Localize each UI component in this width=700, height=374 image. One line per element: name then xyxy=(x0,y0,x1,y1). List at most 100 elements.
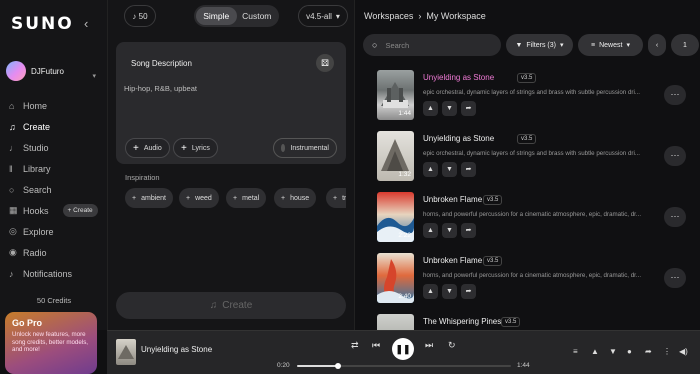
thumbs-down-icon[interactable]: ▼ xyxy=(442,223,457,238)
previous-track-icon[interactable]: ⏮ xyxy=(372,340,380,351)
sidebar-item-search[interactable]: ○ Search xyxy=(9,179,105,200)
thumbs-up-icon[interactable]: ▲ xyxy=(591,347,599,356)
sidebar-item-explore[interactable]: ◎ Explore xyxy=(9,221,105,242)
inspiration-chip[interactable]: + ambient xyxy=(125,188,173,208)
thumbs-down-icon[interactable]: ▼ xyxy=(609,347,617,356)
share-icon[interactable]: ➦ xyxy=(461,162,476,177)
progress-bar[interactable] xyxy=(297,363,511,369)
song-row[interactable]: 2:40 Unbroken Flame v3.5 horns, and powe… xyxy=(377,253,693,305)
go-pro-text: Unlock new features, more song credits, … xyxy=(12,331,89,353)
add-lyrics-label: Lyrics xyxy=(191,144,210,152)
more-options-icon[interactable]: ⋯ xyxy=(664,207,686,227)
collapse-sidebar-icon[interactable]: ‹ xyxy=(84,16,88,31)
more-options-icon[interactable]: ⋯ xyxy=(664,85,686,105)
toggle-icon xyxy=(281,144,286,152)
more-options-icon[interactable]: ⋮ xyxy=(663,347,671,356)
shuffle-icon[interactable]: ⇄ xyxy=(351,340,359,351)
thumbs-down-icon[interactable]: ▼ xyxy=(442,284,457,299)
more-options-icon[interactable]: ⋯ xyxy=(664,146,686,166)
share-icon[interactable]: ➦ xyxy=(461,284,476,299)
page-number[interactable]: 1 xyxy=(671,34,699,56)
dice-icon[interactable]: ⚄ xyxy=(316,54,334,72)
share-icon[interactable]: ➦ xyxy=(645,347,652,356)
player-cover[interactable] xyxy=(116,339,136,365)
user-menu[interactable]: DJFuturo ▾ xyxy=(6,58,102,84)
filters-label: Filters (3) xyxy=(526,41,556,49)
thumbs-up-icon[interactable]: ▲ xyxy=(423,223,438,238)
suno-logo[interactable]: SUNO xyxy=(11,14,74,34)
filters-button[interactable]: ▼ Filters (3) ▾ xyxy=(506,34,573,56)
plus-icon: + xyxy=(281,194,286,202)
song-cover[interactable]: 2:40 xyxy=(377,253,414,303)
sidebar-item-home[interactable]: ⌂ Home xyxy=(9,95,105,116)
breadcrumb-workspaces[interactable]: Workspaces xyxy=(364,11,413,21)
queue-icon[interactable]: ≡ xyxy=(573,347,578,356)
thumbs-up-icon[interactable]: ▲ xyxy=(423,162,438,177)
filter-icon: ▼ xyxy=(515,41,523,49)
mode-custom-button[interactable]: Custom xyxy=(237,7,278,25)
pause-button[interactable]: ❚❚ xyxy=(392,338,414,360)
sidebar-item-create[interactable]: ♫ Create xyxy=(9,116,105,137)
search-icon: ○ xyxy=(372,40,378,50)
sidebar-item-notifications[interactable]: ♪ Notifications xyxy=(9,263,105,284)
inspiration-chip[interactable]: + weed xyxy=(179,188,219,208)
song-title[interactable]: Unbroken Flame xyxy=(423,256,482,265)
volume-icon[interactable]: ◀) xyxy=(679,347,688,356)
model-version-select[interactable]: v4.5-all ▾ xyxy=(298,5,348,27)
next-track-icon[interactable]: ⏭ xyxy=(425,340,433,351)
song-cover[interactable]: 2:22 xyxy=(377,192,414,242)
song-row[interactable]: 1:32 Unyielding as Stone v3.5 epic orche… xyxy=(377,131,693,183)
inspiration-chip[interactable]: + metal xyxy=(226,188,267,208)
sidebar-item-studio[interactable]: ♩ Studio xyxy=(9,137,105,158)
prev-page-button[interactable]: ‹ xyxy=(648,34,666,56)
song-actions: ▲ ▼ ➦ xyxy=(423,223,476,238)
version-badge: v3.5 xyxy=(501,317,521,327)
song-cover[interactable]: 1:32 xyxy=(377,131,414,181)
song-description-input[interactable]: Hip-hop, R&B, upbeat xyxy=(124,84,197,93)
song-title[interactable]: The Whispering Pines xyxy=(423,317,501,326)
thumbs-up-icon[interactable]: ▲ xyxy=(423,101,438,116)
song-cover[interactable]: 1:44 xyxy=(377,70,414,120)
plus-icon: + xyxy=(333,194,338,202)
song-title[interactable]: Unyielding as Stone xyxy=(423,73,494,82)
inspiration-chip[interactable]: + trap xyxy=(326,188,346,208)
thumbs-up-icon[interactable]: ▲ xyxy=(423,284,438,299)
comment-icon[interactable]: ● xyxy=(627,347,632,356)
sidebar-item-library[interactable]: ‖ Library xyxy=(9,158,105,179)
thumbs-down-icon[interactable]: ▼ xyxy=(442,162,457,177)
page-number-label: 1 xyxy=(683,41,687,49)
add-audio-button[interactable]: + Audio xyxy=(125,138,170,158)
hooks-create-button[interactable]: + Create xyxy=(62,204,98,217)
create-panel: ♪ 50 Simple Custom v4.5-all ▾ Song Descri… xyxy=(108,0,355,330)
song-row[interactable]: The Whispering Pines v3.5 xyxy=(377,314,693,330)
music-note-icon: ♪ xyxy=(132,11,137,21)
credits-pill[interactable]: ♪ 50 xyxy=(124,5,156,27)
search-input[interactable]: ○ Search xyxy=(363,34,501,56)
instrumental-toggle[interactable]: Instrumental xyxy=(273,138,337,158)
song-title[interactable]: Unyielding as Stone xyxy=(423,134,494,143)
go-pro-card[interactable]: Go Pro Unlock new features, more song cr… xyxy=(5,312,97,374)
share-icon[interactable]: ➦ xyxy=(461,101,476,116)
create-button[interactable]: ♫ Create xyxy=(116,292,346,319)
instrumental-label: Instrumental xyxy=(290,144,329,152)
version-badge: v3.5 xyxy=(483,256,503,266)
song-title[interactable]: Unbroken Flame xyxy=(423,195,482,204)
add-lyrics-button[interactable]: + Lyrics xyxy=(173,138,218,158)
sidebar-item-hooks[interactable]: ▦ Hooks + Create xyxy=(9,200,105,221)
more-options-icon[interactable]: ⋯ xyxy=(664,268,686,288)
chevron-down-icon: ▾ xyxy=(559,42,564,49)
inspiration-chip-label: house xyxy=(290,194,310,202)
song-description: epic orchestral, dynamic layers of strin… xyxy=(423,89,641,96)
inspiration-chip[interactable]: + house xyxy=(274,188,317,208)
mode-simple-button[interactable]: Simple xyxy=(196,7,237,25)
player-song-title[interactable]: Unyielding as Stone xyxy=(141,345,212,354)
song-row[interactable]: 1:44 Unyielding as Stone v3.5 epic orche… xyxy=(377,70,693,122)
sidebar-item-radio[interactable]: ◉ Radio xyxy=(9,242,105,263)
thumbs-down-icon[interactable]: ▼ xyxy=(442,101,457,116)
sort-button[interactable]: ≡ Newest ▾ xyxy=(578,34,643,56)
song-row[interactable]: 2:22 Unbroken Flame v3.5 horns, and powe… xyxy=(377,192,693,244)
repeat-icon[interactable]: ↻ xyxy=(448,340,456,351)
progress-knob[interactable] xyxy=(334,363,341,369)
song-cover[interactable] xyxy=(377,314,414,330)
share-icon[interactable]: ➦ xyxy=(461,223,476,238)
